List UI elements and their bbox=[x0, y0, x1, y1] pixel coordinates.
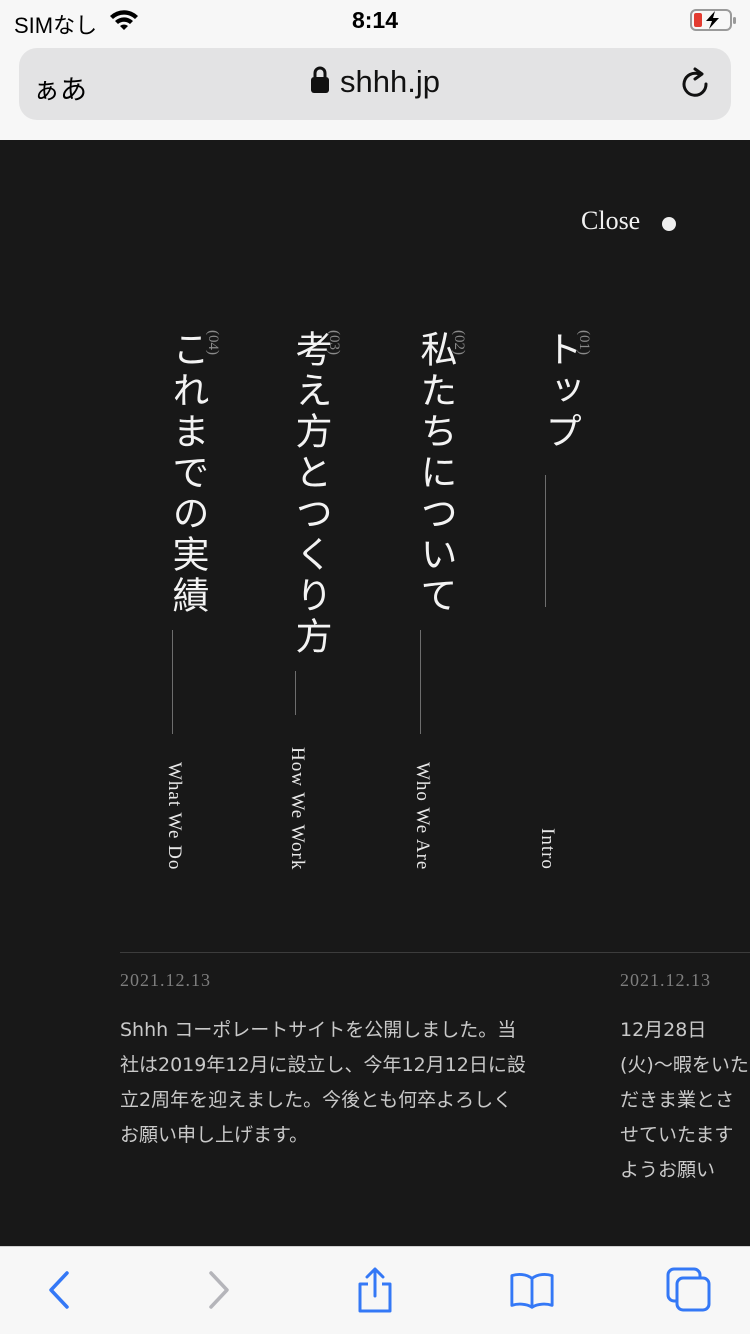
forward-icon bbox=[209, 1271, 229, 1309]
menu-item-title-jp: 私たちについて bbox=[414, 330, 457, 617]
menu-item-number: (03) bbox=[326, 330, 342, 355]
battery-charging-icon bbox=[690, 9, 736, 31]
menu-item-title-en: Intro bbox=[537, 828, 558, 870]
bookmarks-button[interactable] bbox=[509, 1267, 555, 1313]
site-menu-overlay: Close トップ (01) Intro 私たちについて (02) Who We… bbox=[0, 140, 750, 1246]
menu-item-number: (02) bbox=[451, 330, 467, 355]
safari-bottom-toolbar bbox=[0, 1246, 750, 1334]
menu-item-rule bbox=[420, 630, 421, 734]
menu-item-intro[interactable]: トップ (01) Intro bbox=[530, 330, 592, 870]
menu-item-what-we-do[interactable]: これまでの実績 (04) What We Do bbox=[157, 330, 221, 870]
close-button[interactable]: Close bbox=[581, 206, 640, 236]
menu-item-rule bbox=[545, 475, 546, 607]
share-button[interactable] bbox=[352, 1267, 398, 1313]
news-date: 2021.12.13 bbox=[120, 970, 211, 990]
tabs-button[interactable] bbox=[666, 1267, 712, 1313]
forward-button[interactable] bbox=[196, 1267, 242, 1313]
address-bar[interactable]: ぁあ shhh.jp bbox=[19, 48, 731, 120]
bookmarks-icon bbox=[510, 1272, 554, 1309]
clock: 8:14 bbox=[351, 7, 399, 33]
menu-item-number: (04) bbox=[205, 330, 221, 355]
menu-item-number: (01) bbox=[576, 330, 592, 355]
reload-icon[interactable] bbox=[678, 67, 712, 101]
back-icon bbox=[49, 1271, 69, 1309]
news-item[interactable]: 2021.12.13 Shhh コーポレートサイトを公開しました。当社は2019… bbox=[120, 970, 540, 1153]
menu-item-title-jp: これまでの実績 bbox=[166, 330, 209, 617]
menu-item-rule bbox=[295, 671, 296, 715]
news-text: 12月28日(火)〜暇をいただきま業とさせていたますようお願い bbox=[620, 1019, 749, 1181]
news-date: 2021.12.13 bbox=[620, 970, 711, 990]
menu-item-title-en: Who We Are bbox=[412, 761, 433, 870]
url-text: shhh.jp bbox=[340, 64, 440, 99]
status-bar: SIMなし 8:14 bbox=[0, 0, 750, 40]
menu-item-title-jp: 考え方とつくり方 bbox=[289, 330, 332, 658]
share-icon bbox=[358, 1267, 392, 1313]
lock-icon bbox=[311, 66, 330, 93]
menu-item-rule bbox=[172, 630, 173, 734]
section-divider bbox=[120, 952, 750, 953]
safari-top-toolbar: ぁあ shhh.jp bbox=[0, 40, 750, 140]
menu-item-title-en: What We Do bbox=[164, 761, 185, 870]
close-dot-icon[interactable] bbox=[662, 217, 676, 231]
menu-item-how-we-work[interactable]: 考え方とつくり方 (03) How We Work bbox=[280, 330, 342, 870]
menu-item-who-we-are[interactable]: 私たちについて (02) Who We Are bbox=[405, 330, 467, 870]
url-display[interactable]: shhh.jp bbox=[19, 64, 731, 100]
news-item[interactable]: 2021.12.13 12月28日(火)〜暇をいただきま業とさせていたますようお… bbox=[620, 970, 750, 1188]
back-button[interactable] bbox=[36, 1267, 82, 1313]
tabs-icon bbox=[666, 1267, 711, 1312]
menu-item-title-en: How We Work bbox=[287, 746, 308, 870]
news-text: Shhh コーポレートサイトを公開しました。当社は2019年12月に設立し、今年… bbox=[120, 1019, 526, 1146]
